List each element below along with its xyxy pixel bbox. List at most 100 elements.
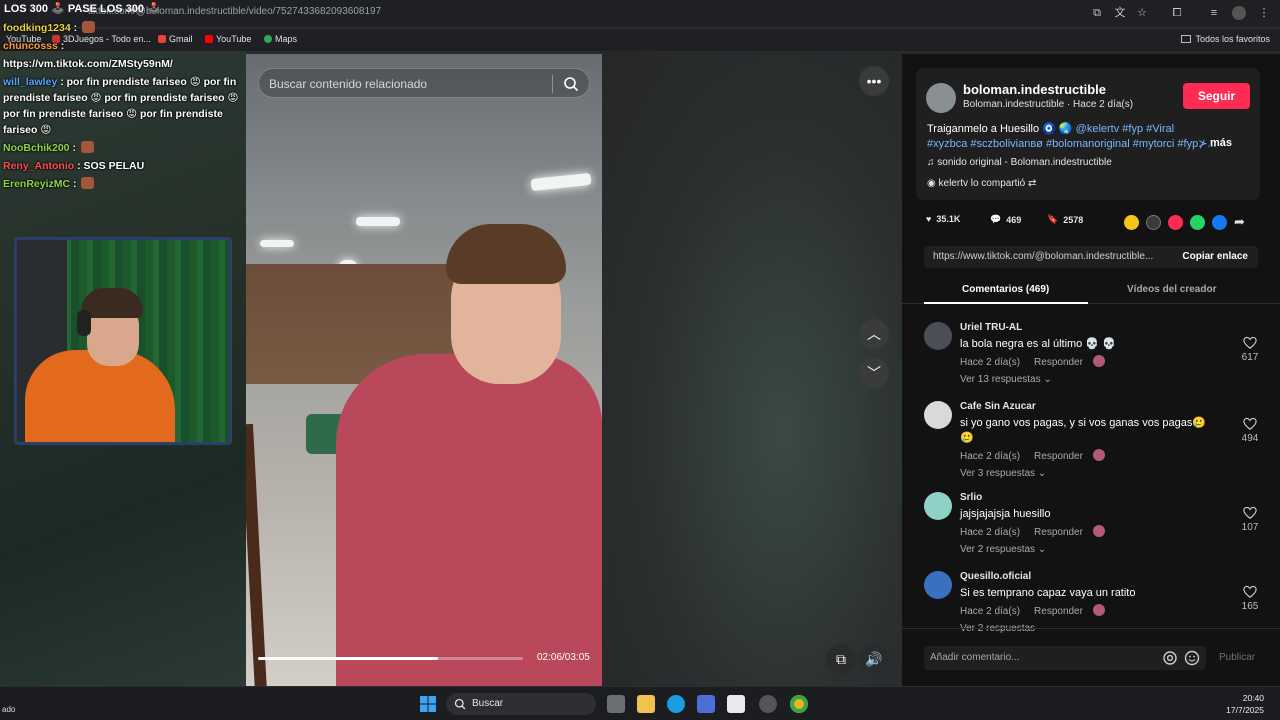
app-icon[interactable] bbox=[759, 695, 777, 713]
search-icon bbox=[454, 698, 466, 710]
store-icon[interactable] bbox=[697, 695, 715, 713]
mention-icon[interactable] bbox=[1162, 650, 1178, 666]
commenter-name[interactable]: Srlio bbox=[960, 492, 982, 503]
translate-icon[interactable]: 文 bbox=[1113, 6, 1127, 20]
taskbar-search[interactable]: Buscar bbox=[446, 693, 596, 715]
engagement-bar: ♥ 35.1K 💬 469 🔖 2578 ➦ bbox=[926, 214, 1266, 232]
commenter-avatar[interactable] bbox=[924, 401, 952, 429]
share-friends-icon[interactable] bbox=[1124, 215, 1139, 230]
video-time: 02:06/03:05 bbox=[537, 652, 590, 663]
commenter-avatar[interactable] bbox=[924, 571, 952, 599]
view-replies-button[interactable]: Ver 2 respuestas ⌄ bbox=[960, 544, 1046, 555]
comment-like[interactable]: 165 bbox=[1236, 585, 1264, 612]
taskbar-clock[interactable]: 20:40 17/7/2025 bbox=[1226, 692, 1264, 716]
comment-stat[interactable]: 💬 469 bbox=[990, 214, 1021, 225]
share-link-url[interactable]: https://www.tiktok.com/@boloman.indestru… bbox=[933, 251, 1163, 262]
bookmark-star-icon[interactable]: ☆ bbox=[1135, 6, 1149, 20]
author-avatar[interactable] bbox=[926, 83, 956, 113]
chrome-icon[interactable] bbox=[790, 695, 808, 713]
follow-button[interactable]: Seguir bbox=[1183, 83, 1250, 109]
comment-time: Hace 2 día(s) bbox=[960, 606, 1021, 617]
heart-outline-icon bbox=[1243, 336, 1257, 349]
clock-date: 17/7/2025 bbox=[1226, 705, 1264, 715]
whatsapp-icon[interactable] bbox=[1190, 215, 1205, 230]
more-options-button[interactable]: ••• bbox=[859, 66, 889, 96]
like-stat[interactable]: ♥ 35.1K bbox=[926, 214, 960, 224]
facebook-icon[interactable] bbox=[1212, 215, 1227, 230]
send-icon[interactable] bbox=[1168, 215, 1183, 230]
save-stat[interactable]: 🔖 2578 bbox=[1047, 214, 1083, 225]
file-explorer-icon[interactable] bbox=[637, 695, 655, 713]
video-progress[interactable] bbox=[258, 657, 523, 660]
tab-creator-videos[interactable]: Vídeos del creador bbox=[1127, 284, 1216, 295]
comment-like[interactable]: 494 bbox=[1236, 417, 1264, 444]
volume-button[interactable]: 🔊 bbox=[859, 644, 889, 674]
search-icon[interactable] bbox=[563, 76, 579, 92]
chat-message: ErenReyizMC : bbox=[3, 176, 241, 192]
ellipsis-icon: ••• bbox=[866, 73, 882, 89]
tiktok-video[interactable] bbox=[246, 54, 602, 686]
chat-username[interactable]: NooBchik200 bbox=[3, 142, 70, 154]
ceiling-light bbox=[356, 217, 400, 226]
next-video-button[interactable]: ﹀ bbox=[859, 358, 889, 388]
copy-link-button[interactable]: Copiar enlace bbox=[1182, 251, 1248, 262]
author-name[interactable]: boloman.indestructible bbox=[963, 82, 1106, 97]
chat-separator: : bbox=[57, 40, 65, 52]
commenter-name[interactable]: Quesillo.oficial bbox=[960, 571, 1031, 582]
pip-button[interactable]: ⧉ bbox=[826, 644, 856, 674]
person-hair bbox=[446, 224, 566, 284]
reply-button[interactable]: Responder bbox=[1034, 451, 1083, 462]
document-icon[interactable] bbox=[727, 695, 745, 713]
view-replies-button[interactable]: Ver 13 respuestas ⌄ bbox=[960, 374, 1052, 385]
maps-icon bbox=[264, 35, 272, 43]
sound-info[interactable]: ♫ sonido original - Boloman.indestructib… bbox=[927, 157, 1112, 168]
previous-video-button[interactable]: ︿ bbox=[859, 319, 889, 349]
install-icon[interactable]: ⧉ bbox=[1090, 6, 1104, 20]
more-link[interactable]: más bbox=[1210, 137, 1232, 149]
edge-icon[interactable] bbox=[667, 695, 685, 713]
task-view-icon[interactable] bbox=[607, 695, 625, 713]
comment-count: 469 bbox=[1006, 214, 1022, 225]
commenter-avatar[interactable] bbox=[924, 492, 952, 520]
related-search[interactable]: Buscar contenido relacionado bbox=[258, 68, 590, 98]
embed-icon[interactable] bbox=[1146, 215, 1161, 230]
view-replies-button[interactable]: Ver 3 respuestas ⌄ bbox=[960, 468, 1046, 479]
chat-username[interactable]: foodking1234 bbox=[3, 22, 71, 34]
profile-avatar[interactable] bbox=[1232, 6, 1246, 20]
comment-like[interactable]: 617 bbox=[1236, 336, 1264, 363]
chat-username[interactable]: chuncosss bbox=[3, 40, 58, 52]
tab-comments[interactable]: Comentarios (469) bbox=[962, 284, 1049, 295]
extensions-icon[interactable]: ⧠ bbox=[1170, 6, 1184, 20]
reply-button[interactable]: Responder bbox=[1034, 527, 1083, 538]
author-card: boloman.indestructible Boloman.indestruc… bbox=[916, 68, 1260, 200]
comment-text: la bola negra es al último 💀 💀 bbox=[960, 338, 1116, 350]
emoji-icon[interactable] bbox=[1184, 650, 1200, 666]
comment-meta: Hace 2 día(s) Responder bbox=[960, 449, 1105, 462]
chat-emote bbox=[81, 177, 95, 189]
comment-like[interactable]: 107 bbox=[1236, 506, 1264, 533]
chat-username[interactable]: Reny_Antonio bbox=[3, 160, 74, 172]
share-link-box: https://www.tiktok.com/@boloman.indestru… bbox=[924, 246, 1258, 268]
bookmark-maps[interactable]: Maps bbox=[264, 34, 297, 44]
commenter-name[interactable]: Cafe Sin Azucar bbox=[960, 401, 1036, 412]
all-favorites[interactable]: Todos los favoritos bbox=[1181, 34, 1270, 44]
comment-input[interactable]: Añadir comentario... bbox=[924, 646, 1206, 670]
menu-kebab-icon[interactable]: ⋮ bbox=[1257, 6, 1271, 20]
taskbar-left-text: ado bbox=[2, 705, 16, 714]
publish-button[interactable]: Publicar bbox=[1219, 652, 1255, 663]
windows-start-icon[interactable] bbox=[420, 696, 436, 712]
share-arrow-icon[interactable]: ➦ bbox=[1234, 214, 1245, 230]
ceiling-light bbox=[260, 240, 294, 247]
chevron-up-icon: ︿ bbox=[867, 326, 881, 342]
reply-button[interactable]: Responder bbox=[1034, 357, 1083, 368]
chat-emote bbox=[80, 141, 94, 153]
commenter-name[interactable]: Uriel TRU-AL bbox=[960, 322, 1022, 333]
chat-message: will_lawley : por fin prendiste fariseo … bbox=[3, 74, 241, 138]
reply-button[interactable]: Responder bbox=[1034, 606, 1083, 617]
comment-like-count: 165 bbox=[1241, 601, 1259, 612]
media-icon[interactable]: ≡ bbox=[1207, 6, 1221, 20]
chat-username[interactable]: will_lawley bbox=[3, 76, 57, 88]
comment-time: Hace 2 día(s) bbox=[960, 527, 1021, 538]
commenter-avatar[interactable] bbox=[924, 322, 952, 350]
chat-username[interactable]: ErenReyizMC bbox=[3, 178, 70, 190]
